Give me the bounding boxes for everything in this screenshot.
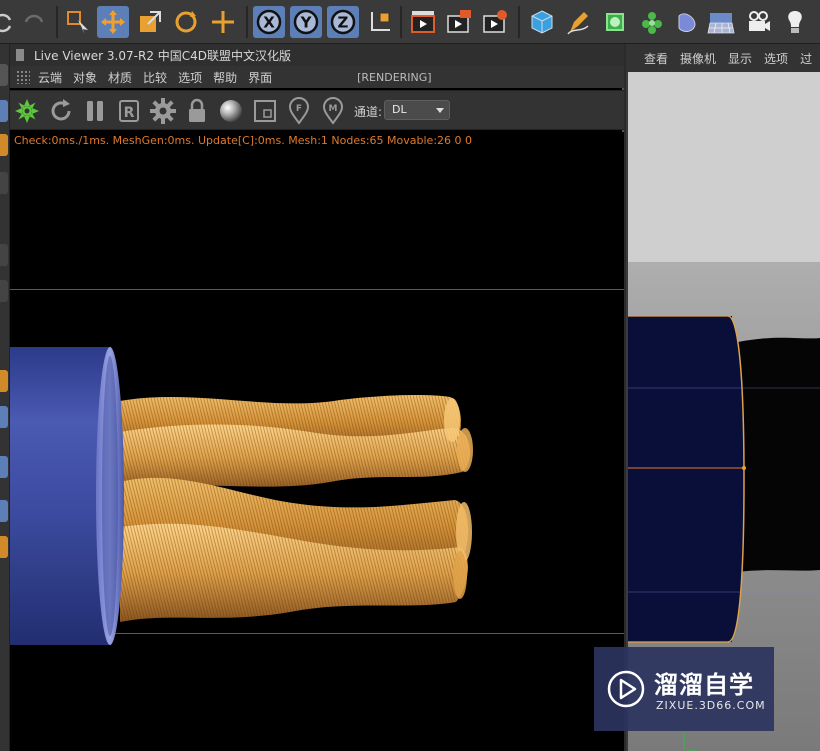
camera-icon[interactable] xyxy=(742,6,774,38)
undo-icon[interactable] xyxy=(0,6,18,38)
y-axis-icon[interactable]: Y xyxy=(290,6,322,38)
editor-menubar: 查看 摄像机 显示 选项 过 xyxy=(626,44,820,72)
focus-pick-icon[interactable]: F xyxy=(284,96,314,126)
tool-icon[interactable] xyxy=(0,370,8,392)
x-axis-icon[interactable]: X xyxy=(253,6,285,38)
menu-view[interactable]: 查看 xyxy=(644,50,668,67)
channel-select[interactable]: DL xyxy=(384,100,450,120)
chevron-down-icon xyxy=(436,108,444,113)
tool-icon[interactable] xyxy=(0,456,8,478)
menu-cameras[interactable]: 摄像机 xyxy=(680,50,716,67)
watermark-badge: 溜溜自学 ZIXUE.3D66.COM xyxy=(594,647,774,731)
svg-text:F: F xyxy=(296,104,302,114)
menu-cloud[interactable]: 云端 xyxy=(38,69,62,86)
channel-value: DL xyxy=(392,103,407,116)
refresh-icon[interactable] xyxy=(46,96,76,126)
r-lock-icon[interactable]: R xyxy=(114,96,144,126)
render-to-picture-viewer-icon[interactable] xyxy=(443,6,475,38)
region-render-icon[interactable] xyxy=(250,96,280,126)
svg-text:Z: Z xyxy=(338,14,349,32)
live-select-icon[interactable] xyxy=(207,6,239,38)
tool-icon[interactable] xyxy=(0,280,8,302)
menu-compare[interactable]: 比较 xyxy=(143,69,167,86)
menu-display[interactable]: 显示 xyxy=(728,50,752,67)
svg-text:X: X xyxy=(263,14,275,32)
pause-icon[interactable] xyxy=(80,96,110,126)
menu-grip-icon[interactable] xyxy=(16,70,30,84)
menu-options[interactable]: 选项 xyxy=(178,69,202,86)
live-viewer-iconbar: R F M 通道: DL xyxy=(10,90,624,130)
toolbar-separator xyxy=(400,6,402,38)
select-icon[interactable] xyxy=(62,6,94,38)
tool-icon[interactable] xyxy=(0,64,8,86)
menu-interface[interactable]: 界面 xyxy=(248,69,272,86)
live-viewer-window: Live Viewer 3.07-R2 中国C4D联盟中文汉化版 云端 对象 材… xyxy=(10,44,624,751)
rotate-icon[interactable] xyxy=(170,6,202,38)
channel-label: 通道: xyxy=(354,105,383,119)
render-view-icon[interactable] xyxy=(407,6,439,38)
material-sphere-icon[interactable] xyxy=(216,96,246,126)
copper-strands xyxy=(115,395,473,622)
main-toolbar: X Y Z xyxy=(0,0,820,44)
tool-icon[interactable] xyxy=(0,134,8,156)
tool-icon[interactable] xyxy=(0,500,8,522)
menu-filter[interactable]: 过 xyxy=(800,50,812,67)
redo-icon[interactable] xyxy=(18,6,50,38)
tool-icon[interactable] xyxy=(0,100,8,122)
toolbar-separator xyxy=(56,6,58,38)
toolbar-separator xyxy=(246,6,248,38)
floor-icon[interactable] xyxy=(705,6,737,38)
render-viewport[interactable]: Check:0ms./1ms. MeshGen:0ms. Update[C]:0… xyxy=(10,132,624,751)
live-viewer-menubar: 云端 对象 材质 比较 选项 帮助 界面 [RENDERING] xyxy=(10,66,624,88)
pen-icon[interactable] xyxy=(562,6,594,38)
svg-text:Y: Y xyxy=(300,14,313,32)
left-tool-strip xyxy=(0,44,10,751)
render-status: [RENDERING] xyxy=(357,70,432,84)
cloner-icon[interactable] xyxy=(636,6,668,38)
scale-icon[interactable] xyxy=(134,6,166,38)
play-logo-icon xyxy=(607,670,645,708)
menu-materials[interactable]: 材质 xyxy=(108,69,132,86)
live-viewer-titlebar[interactable]: Live Viewer 3.07-R2 中国C4D联盟中文汉化版 xyxy=(10,44,624,66)
move-icon[interactable] xyxy=(97,6,129,38)
tool-icon[interactable] xyxy=(0,244,8,266)
toolbar-separator xyxy=(518,6,520,38)
editor-viewport-panel: 查看 摄像机 显示 选项 过 xyxy=(626,44,820,751)
render-stats-text: Check:0ms./1ms. MeshGen:0ms. Update[C]:0… xyxy=(14,134,473,147)
blue-sleeve xyxy=(10,347,124,645)
subdivision-icon[interactable] xyxy=(599,6,631,38)
menu-objects[interactable]: 对象 xyxy=(73,69,97,86)
svg-text:M: M xyxy=(329,104,338,114)
deformer-icon[interactable] xyxy=(671,6,703,38)
tool-icon[interactable] xyxy=(0,536,8,558)
watermark-url: ZIXUE.3D66.COM xyxy=(656,699,766,712)
render-image xyxy=(10,289,624,645)
live-viewer-title: Live Viewer 3.07-R2 中国C4D联盟中文汉化版 xyxy=(34,48,292,63)
lock-icon[interactable] xyxy=(182,96,212,126)
watermark-title: 溜溜自学 xyxy=(654,671,754,699)
window-grip-icon[interactable] xyxy=(16,49,24,61)
settings-gear-icon[interactable] xyxy=(148,96,178,126)
z-axis-icon[interactable]: Z xyxy=(327,6,359,38)
menu-help[interactable]: 帮助 xyxy=(213,69,237,86)
light-icon[interactable] xyxy=(779,6,811,38)
tool-icon[interactable] xyxy=(0,406,8,428)
svg-text:R: R xyxy=(124,105,135,121)
cube-icon[interactable] xyxy=(526,6,558,38)
octane-logo-icon[interactable] xyxy=(12,96,42,126)
render-settings-icon[interactable] xyxy=(479,6,511,38)
material-pick-icon[interactable]: M xyxy=(318,96,348,126)
tool-icon[interactable] xyxy=(0,172,8,194)
coordinate-system-icon[interactable] xyxy=(364,6,396,38)
menu-options[interactable]: 选项 xyxy=(764,50,788,67)
